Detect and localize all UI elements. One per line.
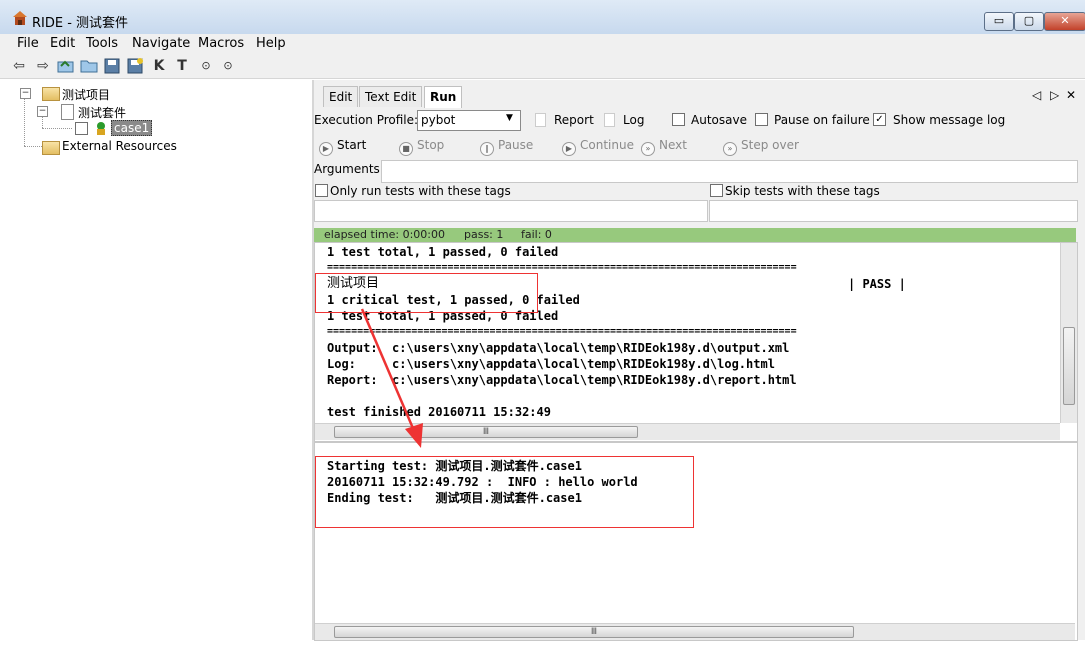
arrow-left-icon[interactable]: ⇦	[10, 57, 28, 75]
menu-bar: File Edit Tools Navigate Macros Help	[0, 34, 1085, 54]
elapsed-time: elapsed time: 0:00:00	[324, 228, 445, 241]
stop-label: Stop	[417, 138, 445, 152]
case-checkbox[interactable]	[75, 122, 88, 135]
arguments-label: Arguments:	[314, 162, 384, 176]
toolbar: ⇦ ⇨ K T ⊙ ⊙	[0, 54, 1085, 79]
minimize-button[interactable]: ▭	[984, 12, 1014, 31]
folder-icon	[42, 141, 60, 155]
step-over-icon: »	[723, 142, 737, 156]
annotation-box	[315, 456, 694, 528]
tree-suite-label[interactable]: 测试套件	[78, 104, 126, 121]
save-icon[interactable]	[103, 57, 121, 75]
execution-profile-value: pybot	[421, 113, 456, 127]
ride-app-icon	[13, 11, 27, 25]
file-icon	[61, 104, 74, 120]
pass-count: pass: 1	[464, 228, 504, 241]
save-all-icon[interactable]	[126, 57, 144, 75]
log-link[interactable]: Log	[623, 113, 644, 127]
pause-on-failure-checkbox[interactable]	[755, 113, 768, 126]
maximize-button[interactable]: ▢	[1014, 12, 1044, 31]
menu-macros[interactable]: Macros	[193, 34, 249, 54]
start-button[interactable]: ▶ Start	[319, 138, 366, 156]
expand-root-toggle[interactable]: −	[20, 88, 31, 99]
only-run-tags-label: Only run tests with these tags	[330, 184, 511, 198]
report-icon	[535, 113, 546, 127]
expand-suite-toggle[interactable]: −	[37, 106, 48, 117]
execution-profile-label: Execution Profile:	[314, 113, 419, 127]
tree-case-label[interactable]: case1	[111, 120, 153, 136]
menu-edit[interactable]: Edit	[45, 34, 80, 54]
skip-tags-checkbox[interactable]	[710, 184, 723, 197]
start-label: Start	[337, 138, 367, 152]
close-button[interactable]: ✕	[1044, 12, 1085, 31]
play-icon: ▶	[319, 142, 333, 156]
autosave-checkbox[interactable]	[672, 113, 685, 126]
step-over-button[interactable]: » Step over	[723, 138, 799, 156]
open-folder-icon[interactable]	[57, 57, 75, 75]
pause-on-failure-label: Pause on failure	[774, 113, 870, 127]
output-suite-status: | PASS |	[848, 277, 906, 291]
only-run-tags-input[interactable]	[314, 200, 708, 222]
output-vertical-scroll-thumb[interactable]	[1063, 327, 1075, 405]
annotation-arrow	[360, 308, 423, 448]
chevron-down-icon: ▼	[506, 113, 513, 123]
menu-help[interactable]: Help	[251, 34, 291, 54]
continue-label: Continue	[580, 138, 634, 152]
next-label: Next	[659, 138, 687, 152]
robot-icon	[97, 122, 105, 135]
window-title: RIDE - 测试套件	[32, 16, 129, 31]
continue-icon: ▶	[562, 142, 576, 156]
stop-button[interactable]: ■ Stop	[399, 138, 444, 156]
menu-navigate[interactable]: Navigate	[127, 34, 195, 54]
show-message-log-label: Show message log	[893, 113, 1006, 127]
tree-line	[24, 146, 42, 147]
tab-next-icon[interactable]: ▷	[1050, 88, 1059, 102]
arguments-input[interactable]	[381, 160, 1078, 183]
tree-line	[24, 96, 25, 146]
skip-tags-input[interactable]	[709, 200, 1078, 222]
run-icon[interactable]: ⊙	[197, 57, 215, 75]
menu-tools[interactable]: Tools	[81, 34, 123, 54]
message-horizontal-scrollbar[interactable]: Ⅲ	[315, 623, 1075, 640]
report-link[interactable]: Report	[554, 113, 594, 127]
pause-label: Pause	[498, 138, 534, 152]
show-message-log-checkbox[interactable]: ✓	[873, 113, 886, 126]
tab-close-icon[interactable]: ✕	[1066, 88, 1076, 102]
menu-file[interactable]: File	[12, 34, 44, 54]
tree-external-resources[interactable]: External Resources	[62, 139, 177, 153]
fail-count: fail: 0	[521, 228, 552, 241]
output-vertical-scrollbar[interactable]	[1060, 243, 1077, 423]
only-run-tags-checkbox[interactable]	[315, 184, 328, 197]
step-over-label: Step over	[741, 138, 799, 152]
execution-profile-select[interactable]: pybot ▼	[417, 110, 521, 131]
next-button[interactable]: » Next	[641, 138, 687, 156]
message-horizontal-scroll-thumb[interactable]: Ⅲ	[334, 626, 854, 638]
tree-root-label[interactable]: 测试项目	[62, 86, 110, 103]
keyword-search-icon[interactable]: K	[150, 57, 168, 75]
tab-prev-icon[interactable]: ◁	[1032, 88, 1041, 102]
next-icon: »	[641, 142, 655, 156]
run-status-bar: elapsed time: 0:00:00 pass: 1 fail: 0	[314, 228, 1076, 242]
folder-icon	[42, 87, 60, 101]
skip-tags-label: Skip tests with these tags	[725, 184, 880, 198]
tab-edit[interactable]: Edit	[323, 86, 359, 107]
autosave-label: Autosave	[691, 113, 747, 127]
output-line: 1 test total, 1 passed, 0 failed	[327, 245, 559, 259]
test-tree-panel: − 测试项目 − 测试套件 case1 External Resources	[0, 80, 314, 640]
log-icon	[604, 113, 615, 127]
tree-line	[42, 128, 72, 129]
tab-run[interactable]: Run	[424, 86, 463, 108]
pause-icon: ∥	[480, 142, 494, 156]
continue-button[interactable]: ▶ Continue	[562, 138, 634, 156]
tab-text-edit[interactable]: Text Edit	[359, 86, 423, 107]
test-search-icon[interactable]: T	[173, 57, 191, 75]
stop-icon[interactable]: ⊙	[219, 57, 237, 75]
title-bar: RIDE - 测试套件 ▭ ▢ ✕	[0, 0, 1085, 35]
folder-icon[interactable]	[80, 57, 98, 75]
pause-button[interactable]: ∥ Pause	[480, 138, 533, 156]
arrow-right-icon[interactable]: ⇨	[34, 57, 52, 75]
stop-icon: ■	[399, 142, 413, 156]
